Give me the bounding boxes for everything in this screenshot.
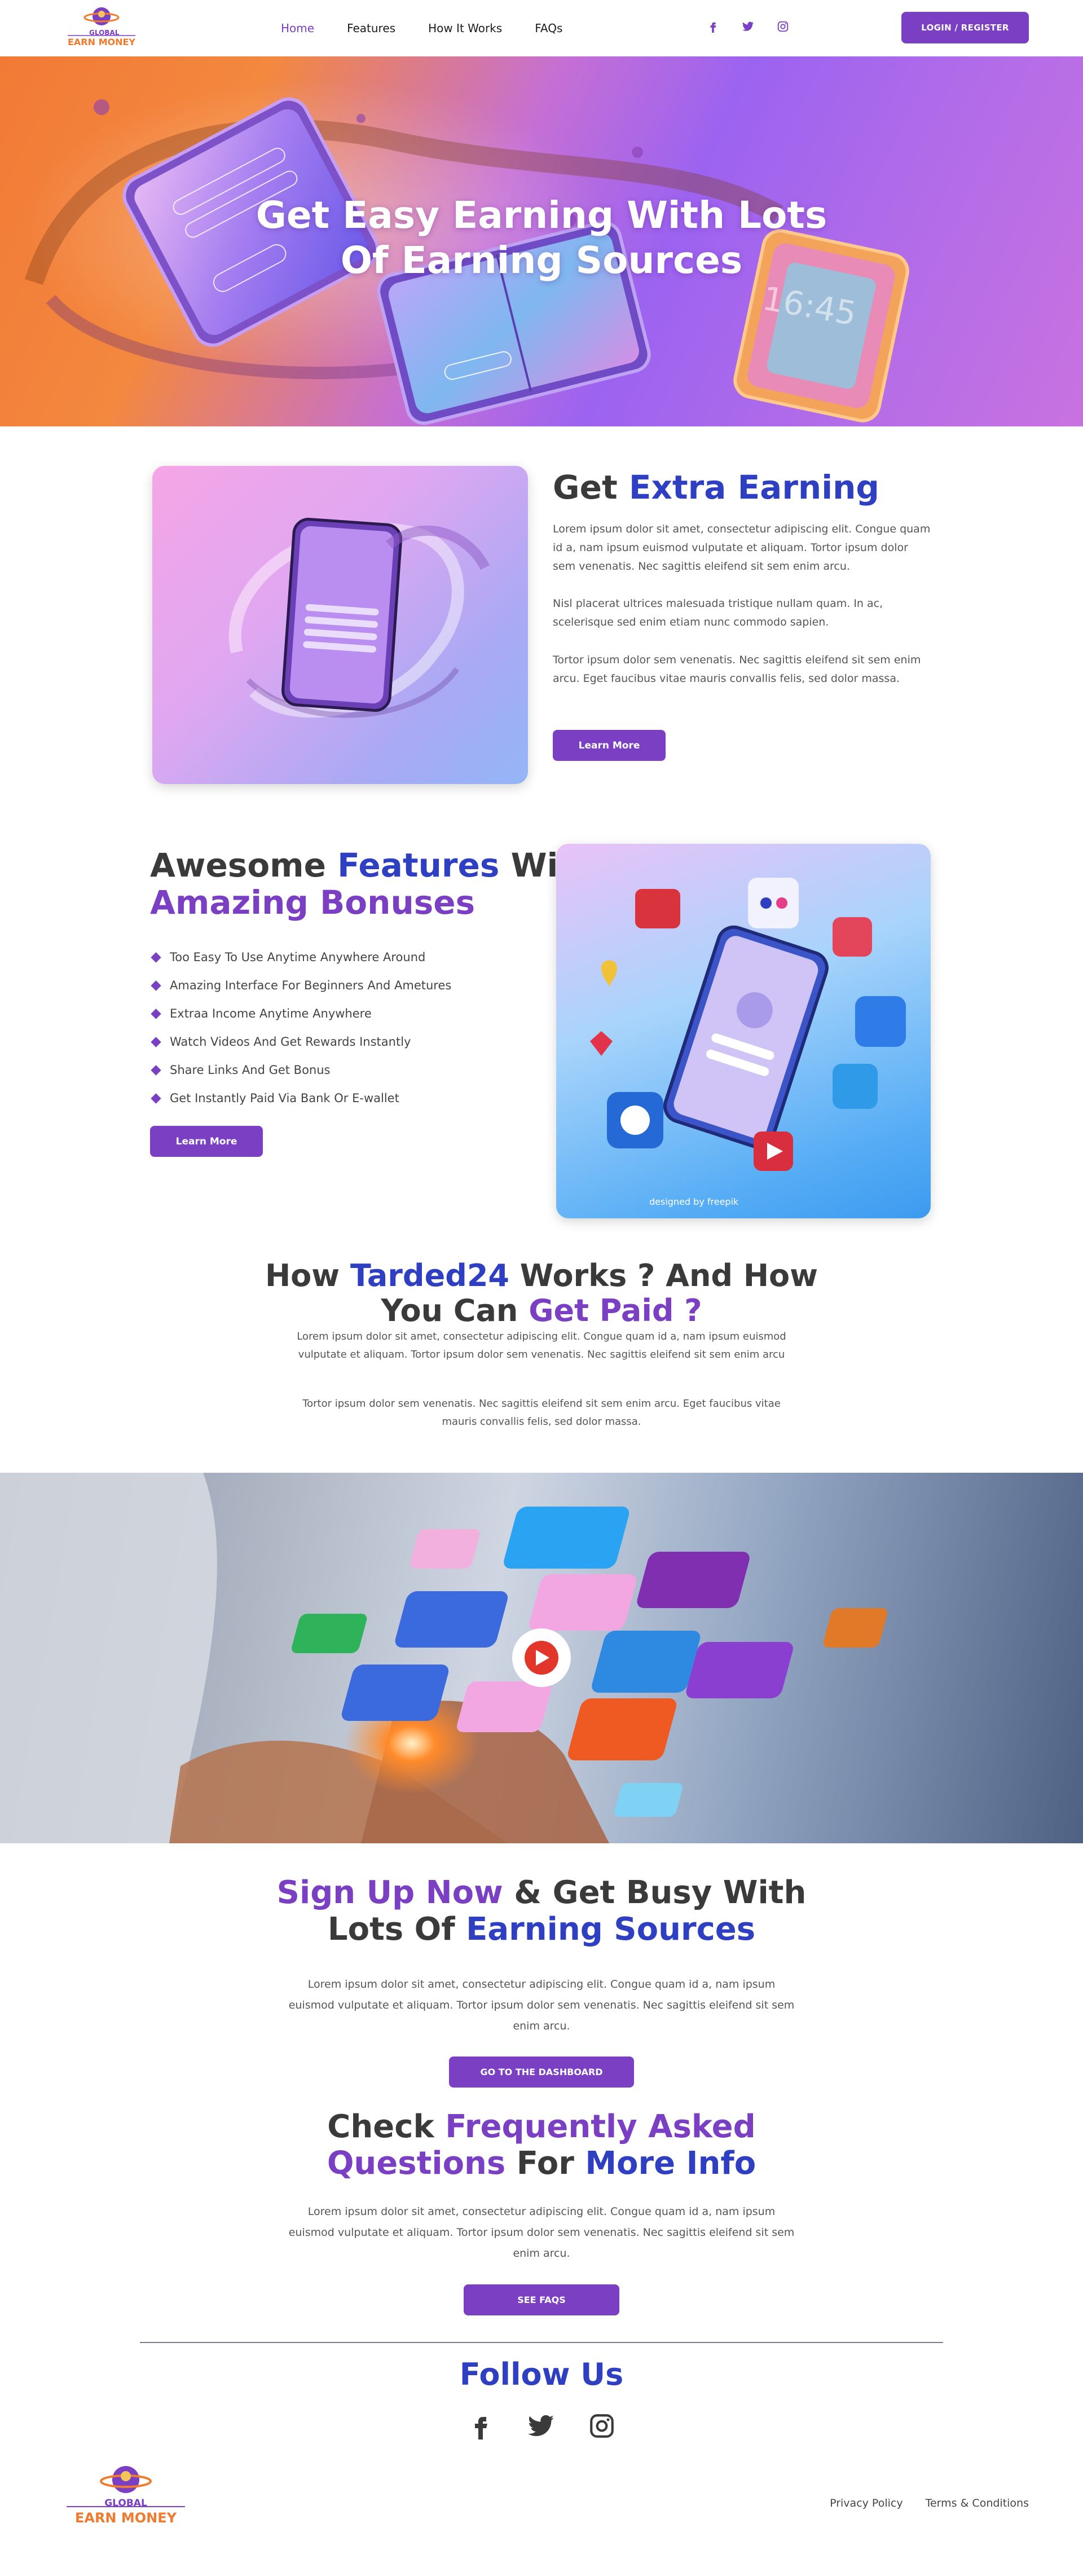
how-it-works-title: How Tarded24 Works ? And How You Can Get… [265,1258,818,1328]
see-faqs-button[interactable]: SEE FAQS [464,2284,619,2315]
hero-title-line2: Of Earning Sources [340,239,743,282]
logo-text-bottom: EARN MONEY [67,37,136,47]
apps-banner-illustration [0,1473,887,1843]
section-divider [140,2342,943,2343]
app-tile-4 [395,1591,508,1648]
logo-text-top: GLOBAL [89,29,120,37]
twitter-icon[interactable] [742,20,754,33]
bullet-diamond-icon [151,1093,161,1104]
footer-logo-text-top: GLOBAL [104,2498,147,2509]
hero-banner: 16:45 Get Easy Earning With Lots Of Earn… [0,56,1083,426]
extra-earning-learn-more-button[interactable]: Learn More [553,730,666,761]
signup-paragraph: Lorem ipsum dolor sit amet, consectetur … [288,1978,795,2032]
signup-title: Sign Up Now & Get Busy With Lots Of Earn… [276,1874,807,1948]
app-tile-10 [341,1665,449,1721]
logo[interactable]: GLOBAL EARN MONEY [56,3,147,54]
bullet-diamond-icon [151,1064,161,1076]
hero-title: Get Easy Earning With Lots Of Earning So… [0,193,1083,283]
nav-home[interactable]: Home [281,21,314,35]
follow-footer-section: Follow Us GLOBAL EARN MONEY Privacy Poli… [0,2352,1083,2536]
list-item: Watch Videos And Get Rewards Instantly [151,1028,451,1056]
instagram-icon[interactable] [588,2412,616,2440]
follow-social-icons [467,2412,616,2440]
facebook-icon[interactable] [707,20,719,33]
instagram-icon[interactable] [777,20,789,33]
list-item: Extraa Income Anytime Anywhere [151,999,451,1028]
list-item: Share Links And Get Bonus [151,1056,451,1084]
app-tile-7 [592,1631,701,1693]
image-credit: designed by freepik [649,1196,739,1207]
go-to-dashboard-button[interactable]: GO TO THE DASHBOARD [449,2057,634,2088]
header-social [707,20,789,33]
faq-section: Check Frequently Asked Questions For Mor… [0,2098,1083,2352]
site-header: GLOBAL EARN MONEY Home Features How It W… [0,0,1083,56]
login-register-button[interactable]: LOGIN / REGISTER [901,12,1029,43]
how-it-works-paragraph-1: Lorem ipsum dolor sit amet, consectetur … [297,1331,786,1360]
nav-how-it-works[interactable]: How It Works [428,21,502,35]
how-it-works-section: Lorem ipsum dolor sit amet, consectetur … [0,1331,1083,1473]
extra-earning-paragraph-3: Tortor ipsum dolor sem venenatis. Nec sa… [553,654,921,685]
features-learn-more-button[interactable]: Learn More [150,1126,263,1157]
facebook-icon[interactable] [467,2412,494,2440]
extra-earning-image [152,466,528,784]
hero-title-line1: Get Easy Earning With Lots [256,193,827,237]
phone-splash-illustration [228,518,490,718]
how-it-works-paragraph-2: Tortor ipsum dolor sem venenatis. Nec sa… [302,1398,781,1428]
features-image: designed by freepik [556,844,931,1218]
app-tile-9 [823,1608,887,1648]
instagram-app-icon [833,917,872,957]
list-item: Get Instantly Paid Via Bank Or E-wallet [151,1084,451,1112]
chat-icon [833,1064,878,1109]
bullet-diamond-icon [151,1008,161,1019]
extra-earning-paragraph-1: Lorem ipsum dolor sit amet, consectetur … [553,523,931,573]
app-tile-13 [614,1783,683,1817]
bullet-diamond-icon [151,952,161,963]
main-nav: Home Features How It Works FAQs [281,21,562,35]
app-tile-3 [410,1529,480,1569]
features-list: Too Easy To Use Anytime Anywhere Around … [151,943,451,1112]
list-item: Too Easy To Use Anytime Anywhere Around [151,943,451,971]
extra-earning-section: Get Extra Earning Lorem ipsum dolor sit … [0,426,1083,921]
follow-us-title: Follow Us [459,2357,624,2392]
faq-paragraph: Lorem ipsum dolor sit amet, consectetur … [288,2205,795,2260]
bullet-diamond-icon [151,1036,161,1047]
signup-section: Sign Up Now & Get Busy With Lots Of Earn… [0,1843,1083,2098]
footer-links: Privacy Policy Terms & Conditions [830,2497,1029,2509]
heart-icon [590,1031,613,1056]
extra-earning-title: Get Extra Earning [553,468,879,507]
footer-logo-text-bottom: EARN MONEY [74,2510,177,2526]
nav-features[interactable]: Features [347,21,395,35]
app-tile-5 [529,1574,637,1631]
apps-video-banner [0,1473,1083,1843]
app-tile-6 [292,1614,367,1653]
app-tile-2 [637,1552,750,1608]
app-tile-11 [457,1681,552,1732]
features-section: Too Easy To Use Anytime Anywhere Around … [0,844,1083,1332]
nav-faqs[interactable]: FAQs [535,21,562,35]
mail-icon [635,889,680,928]
bullet-diamond-icon [151,980,161,991]
location-pin-icon [601,960,617,988]
app-tile-1 [504,1507,629,1569]
list-item: Amazing Interface For Beginners And Amet… [151,971,451,999]
app-tile-12 [568,1698,677,1760]
twitter-icon[interactable] [527,2412,555,2440]
faq-title: Check Frequently Asked Questions For Mor… [327,2108,756,2182]
social-apps-illustration: designed by freepik [590,878,906,1207]
footer-logo[interactable]: GLOBAL EARN MONEY [61,2459,191,2533]
terms-conditions-link[interactable]: Terms & Conditions [926,2497,1029,2509]
flickr-icon [748,878,799,928]
app-tile-8 [686,1642,793,1698]
extra-earning-paragraph-2: Nisl placerat ultrices malesuada tristiq… [553,597,883,628]
behance-icon [855,996,906,1047]
privacy-policy-link[interactable]: Privacy Policy [830,2497,902,2509]
